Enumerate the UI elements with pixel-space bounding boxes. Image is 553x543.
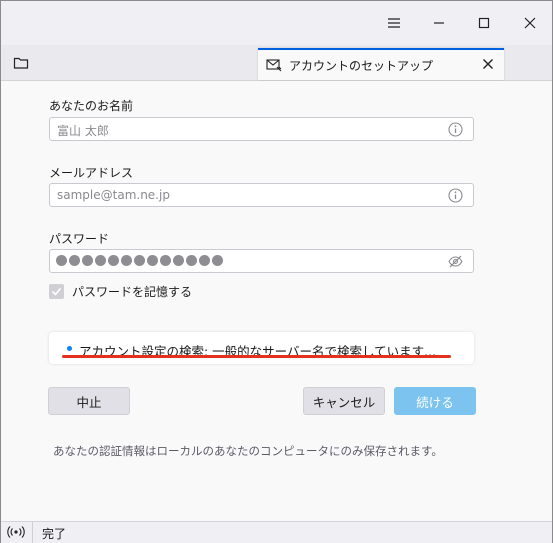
mail-setup-icon xyxy=(266,58,282,72)
password-dot xyxy=(121,255,132,266)
password-dot xyxy=(108,255,119,266)
maximize-button[interactable] xyxy=(461,1,506,45)
remember-password-label: パスワードを記憶する xyxy=(72,285,193,299)
password-dot xyxy=(134,255,145,266)
search-status-panel: アカウント設定の検索: 一般的なサーバー名で検索しています... xyxy=(49,332,474,364)
minimize-button[interactable] xyxy=(416,1,461,45)
status-divider xyxy=(32,522,33,543)
password-dot xyxy=(199,255,210,266)
password-dot xyxy=(82,255,93,266)
minimize-icon xyxy=(433,22,444,24)
tab-account-setup[interactable]: アカウントのセットアップ xyxy=(258,48,504,80)
credentials-note: あなたの認証情報はローカルのあなたのコンピュータにのみ保存されます。 xyxy=(53,444,443,458)
password-dot xyxy=(147,255,158,266)
window-close-button[interactable] xyxy=(507,1,552,45)
status-bar: 完了 xyxy=(1,521,552,543)
name-placeholder: 富山 太郎 xyxy=(57,124,109,138)
password-label: パスワード xyxy=(49,232,110,246)
hamburger-icon xyxy=(387,18,400,28)
account-setup-form: あなたのお名前 富山 太郎 メールアドレス sample@tam.ne.jp パ… xyxy=(1,81,552,519)
close-icon xyxy=(483,59,493,69)
checkmark-icon xyxy=(51,287,62,296)
maximize-icon xyxy=(478,17,489,29)
password-dot xyxy=(95,255,106,266)
name-label: あなたのお名前 xyxy=(49,99,134,113)
folder-tab-button[interactable] xyxy=(11,54,31,72)
password-dot xyxy=(186,255,197,266)
loading-spinner-icon xyxy=(67,346,72,351)
close-icon xyxy=(524,17,535,29)
continue-button[interactable]: 続ける xyxy=(394,387,476,415)
title-bar xyxy=(1,1,552,45)
password-mask xyxy=(56,255,223,266)
app-menu-button[interactable] xyxy=(371,1,416,45)
tab-bar: アカウントのセットアップ xyxy=(1,45,552,81)
tab-close-button[interactable] xyxy=(480,56,496,72)
name-field[interactable]: 富山 太郎 xyxy=(49,117,474,141)
password-dot xyxy=(160,255,171,266)
stop-button[interactable]: 中止 xyxy=(48,387,130,415)
status-text: 完了 xyxy=(42,527,67,541)
remember-password-checkbox[interactable] xyxy=(49,284,64,299)
password-dot xyxy=(56,255,67,266)
password-dot xyxy=(69,255,80,266)
folder-icon xyxy=(13,57,29,69)
eye-slash-icon[interactable] xyxy=(448,254,463,269)
email-placeholder: sample@tam.ne.jp xyxy=(57,188,170,202)
email-field[interactable]: sample@tam.ne.jp xyxy=(49,183,474,207)
app-window: アカウントのセットアップ あなたのお名前 富山 太郎 メールアドレス sampl… xyxy=(0,0,553,543)
highlight-underline xyxy=(62,355,451,358)
password-dot xyxy=(173,255,184,266)
remember-password-row[interactable]: パスワードを記憶する xyxy=(49,283,192,300)
broadcast-icon[interactable] xyxy=(7,524,25,540)
info-icon[interactable] xyxy=(448,122,463,137)
cancel-button[interactable]: キャンセル xyxy=(303,387,385,415)
password-dot xyxy=(212,255,223,266)
tab-title: アカウントのセットアップ xyxy=(289,58,434,73)
password-field[interactable] xyxy=(49,249,474,273)
email-label: メールアドレス xyxy=(49,166,134,180)
info-icon[interactable] xyxy=(448,188,463,203)
